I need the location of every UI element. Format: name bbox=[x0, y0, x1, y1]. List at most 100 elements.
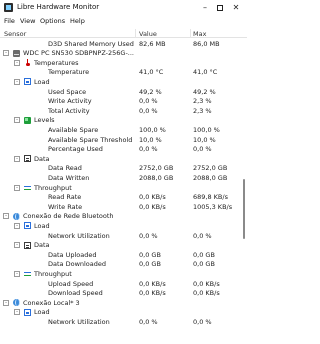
column-divider[interactable] bbox=[135, 29, 136, 38]
sensor-label: Conexão de Rede Bluetooth bbox=[23, 212, 114, 221]
sensor-row[interactable]: Total Activity 0,0 % 2,3 % bbox=[0, 106, 240, 115]
sensor-label: Network Utilization bbox=[48, 317, 110, 326]
sensor-row[interactable]: Download Speed 0,0 KB/s 0,0 KB/s bbox=[0, 289, 240, 298]
sensor-value: 0,0 GB bbox=[139, 250, 161, 259]
group-row[interactable]: - Load bbox=[0, 221, 240, 230]
collapse-toggle-icon[interactable]: - bbox=[14, 222, 20, 229]
collapse-toggle-icon[interactable]: - bbox=[14, 59, 20, 66]
collapse-toggle-icon[interactable]: - bbox=[3, 299, 9, 306]
sensor-max: 100,0 % bbox=[193, 125, 220, 134]
collapse-toggle-icon[interactable]: - bbox=[14, 78, 20, 85]
sensor-max: 0,0 % bbox=[193, 317, 212, 326]
group-row[interactable]: - Temperatures bbox=[0, 58, 240, 67]
sensor-row[interactable]: D3D Shared Memory Used 82,6 MB 86,0 MB bbox=[0, 39, 240, 48]
sensor-max: 2,3 % bbox=[193, 106, 212, 115]
sensor-label: D3D Shared Memory Used bbox=[48, 39, 134, 48]
sensor-row[interactable]: Data Read 2752,0 GB 2752,0 GB bbox=[0, 164, 240, 173]
sensor-value: 82,6 MB bbox=[139, 39, 166, 48]
sensor-row[interactable]: Percentage Used 0,0 % 0,0 % bbox=[0, 145, 240, 154]
column-divider[interactable] bbox=[190, 29, 191, 38]
column-max[interactable]: Max bbox=[193, 30, 206, 38]
sensor-label: Read Rate bbox=[48, 193, 82, 202]
sensor-max: 2,3 % bbox=[193, 97, 212, 106]
sensor-row[interactable]: Upload Speed 0,0 KB/s 0,0 KB/s bbox=[0, 279, 240, 288]
sensor-value: 10,0 % bbox=[139, 135, 162, 144]
collapse-toggle-icon[interactable]: - bbox=[3, 213, 9, 220]
sensor-row[interactable]: Available Spare 100,0 % 100,0 % bbox=[0, 125, 240, 134]
sensor-label: Temperatures bbox=[34, 58, 79, 67]
sensor-value: 0,0 KB/s bbox=[139, 289, 166, 298]
data-icon bbox=[24, 241, 31, 249]
group-row[interactable]: - Throughput bbox=[0, 183, 240, 192]
sensor-row[interactable]: Data Written 2088,0 GB 2088,0 GB bbox=[0, 173, 240, 182]
sensor-row[interactable]: Network Utilization 0,0 % 0,0 % bbox=[0, 317, 240, 326]
data-icon bbox=[24, 155, 31, 163]
sensor-label: Available Spare bbox=[48, 125, 99, 134]
sensor-value: 0,0 GB bbox=[139, 260, 161, 269]
menu-help[interactable]: Help bbox=[70, 17, 85, 25]
close-button[interactable]: ✕ bbox=[229, 2, 243, 13]
sensor-label: Data Written bbox=[48, 173, 90, 182]
scrollbar-thumb[interactable] bbox=[243, 179, 245, 239]
sensor-value: 100,0 % bbox=[139, 125, 166, 134]
menu-bar: File View Options Help bbox=[0, 16, 247, 27]
menu-options[interactable]: Options bbox=[40, 17, 65, 25]
sensor-row[interactable]: Used Space 49,2 % 49,2 % bbox=[0, 87, 240, 96]
sensor-label: Data Read bbox=[48, 164, 82, 173]
maximize-button[interactable] bbox=[213, 2, 227, 13]
sensor-label: Data Downloaded bbox=[48, 260, 107, 269]
column-value[interactable]: Value bbox=[139, 30, 157, 38]
group-row[interactable]: - Throughput bbox=[0, 269, 240, 278]
sensor-row[interactable]: Available Spare Threshold 10,0 % 10,0 % bbox=[0, 135, 240, 144]
sensor-max: 10,0 % bbox=[193, 135, 216, 144]
sensor-value: 41,0 °C bbox=[139, 68, 164, 77]
throughput-icon bbox=[24, 270, 31, 277]
collapse-toggle-icon[interactable]: - bbox=[14, 155, 20, 162]
device-row[interactable]: - WDC PC SN530 SDBPNPZ-256G-... bbox=[0, 49, 240, 58]
column-header: Sensor Value Max bbox=[0, 29, 247, 38]
sensor-label: Data bbox=[34, 241, 50, 250]
group-row[interactable]: - Data bbox=[0, 154, 240, 163]
sensor-value: 0,0 KB/s bbox=[139, 279, 166, 288]
device-row[interactable]: - Conexão Local* 3 bbox=[0, 298, 240, 307]
minimize-button[interactable]: – bbox=[198, 2, 212, 13]
sensor-row[interactable]: Read Rate 0,0 KB/s 689,8 KB/s bbox=[0, 193, 240, 202]
vertical-scrollbar[interactable] bbox=[240, 39, 247, 344]
collapse-toggle-icon[interactable]: - bbox=[14, 242, 20, 249]
group-row[interactable]: - Data bbox=[0, 241, 240, 250]
sensor-label: Load bbox=[34, 77, 50, 86]
collapse-toggle-icon[interactable]: - bbox=[14, 117, 20, 124]
sensor-max: 0,0 % bbox=[193, 145, 212, 154]
collapse-toggle-icon[interactable]: - bbox=[14, 309, 20, 316]
sensor-label: Data bbox=[34, 154, 50, 163]
collapse-toggle-icon[interactable]: - bbox=[3, 50, 9, 57]
column-sensor[interactable]: Sensor bbox=[4, 30, 26, 38]
menu-file[interactable]: File bbox=[4, 17, 15, 25]
sensor-label: Write Activity bbox=[48, 97, 92, 106]
sensor-row[interactable]: Temperature 41,0 °C 41,0 °C bbox=[0, 68, 240, 77]
sensor-value: 0,0 % bbox=[139, 106, 158, 115]
sensor-tree[interactable]: D3D Shared Memory Used 82,6 MB 86,0 MB - WDC… bbox=[0, 39, 240, 344]
group-row[interactable]: - Load bbox=[0, 308, 240, 317]
sensor-row[interactable]: Write Rate 0,0 KB/s 1005,3 KB/s bbox=[0, 202, 240, 211]
menu-view[interactable]: View bbox=[20, 17, 35, 25]
sensor-max: 689,8 KB/s bbox=[193, 193, 228, 202]
collapse-toggle-icon[interactable]: - bbox=[14, 270, 20, 277]
sensor-max: 41,0 °C bbox=[193, 68, 218, 77]
load-icon bbox=[24, 222, 31, 230]
sensor-label: Throughput bbox=[34, 183, 72, 192]
device-row[interactable]: - Conexão de Rede Bluetooth bbox=[0, 212, 240, 221]
load-icon bbox=[24, 308, 31, 316]
collapse-toggle-icon[interactable]: - bbox=[14, 184, 20, 191]
sensor-value: 0,0 KB/s bbox=[139, 202, 166, 211]
sensor-row[interactable]: Data Downloaded 0,0 GB 0,0 GB bbox=[0, 260, 240, 269]
sensor-row[interactable]: Write Activity 0,0 % 2,3 % bbox=[0, 97, 240, 106]
sensor-row[interactable]: Network Utilization 0,0 % 0,0 % bbox=[0, 231, 240, 240]
sensor-max: 0,0 KB/s bbox=[193, 279, 220, 288]
load-icon bbox=[24, 78, 31, 86]
sensor-row[interactable]: Data Uploaded 0,0 GB 0,0 GB bbox=[0, 250, 240, 259]
sensor-label: Temperature bbox=[48, 68, 90, 77]
group-row[interactable]: - Load bbox=[0, 77, 240, 86]
group-row[interactable]: - Levels bbox=[0, 116, 240, 125]
thermometer-icon bbox=[24, 59, 31, 67]
